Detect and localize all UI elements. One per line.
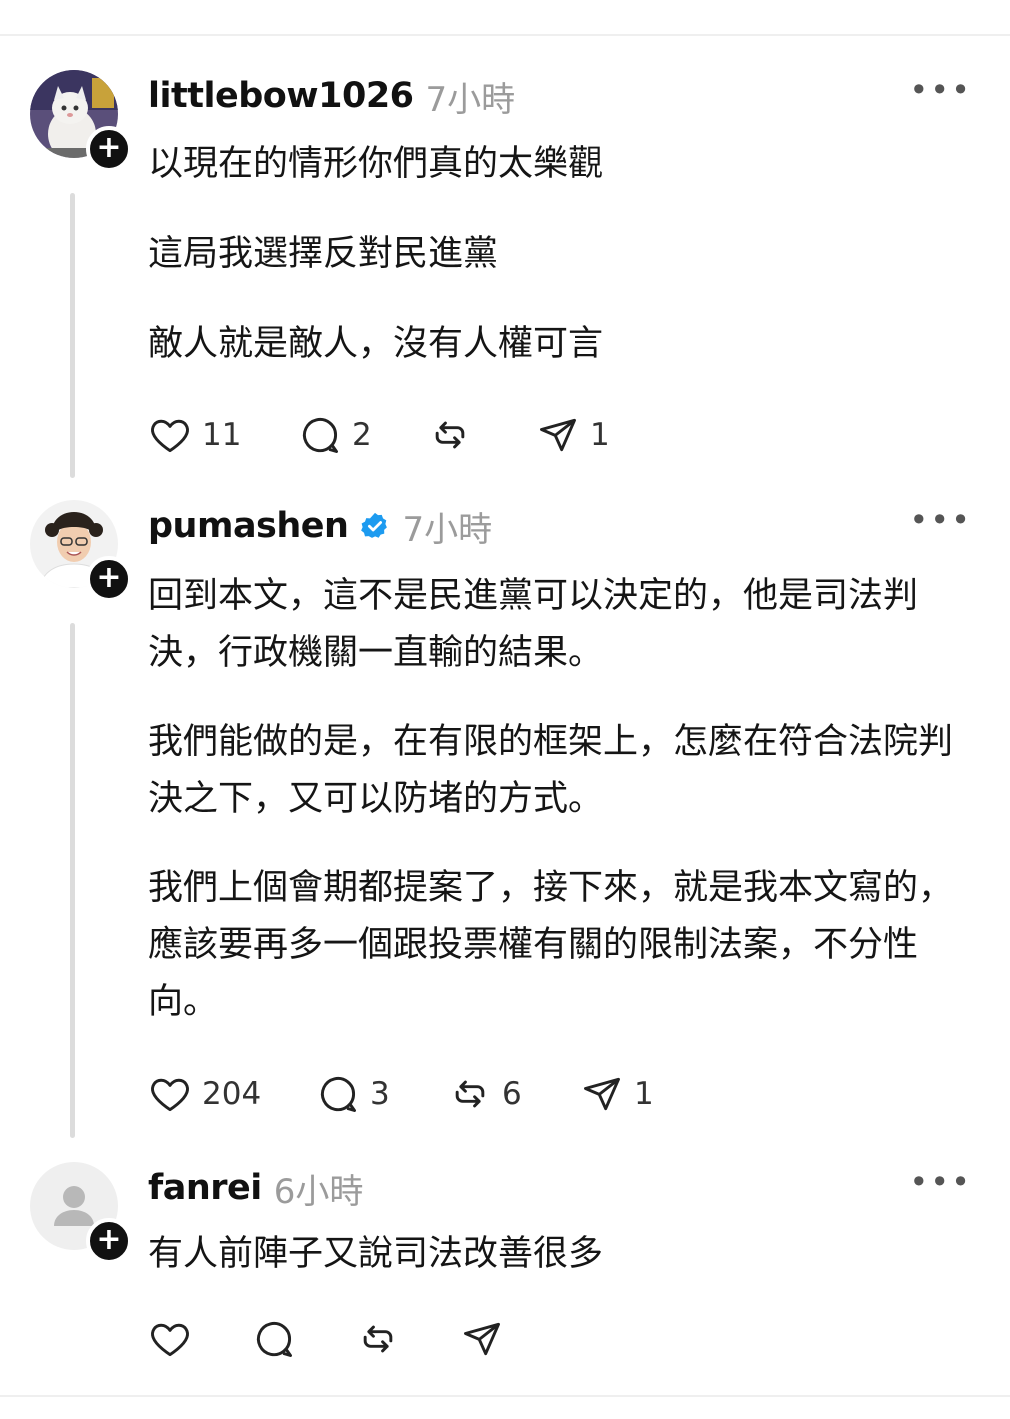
heart-icon [151,1323,189,1357]
avatar-wrapper[interactable]: + [30,1162,132,1264]
post-text-line: 以現在的情形你們真的太樂觀 [148,144,604,184]
post-header: pumashen 7小時 [148,504,493,550]
share-count: 1 [634,1076,654,1112]
send-icon [584,1077,620,1111]
follow-plus-icon[interactable]: + [86,126,132,172]
comment-icon [256,1322,292,1357]
like-button[interactable]: 11 [148,413,298,457]
timestamp: 6小時 [273,1171,364,1212]
post-text-paragraph: 我們能做的是，在有限的框架上，怎麼在符合法院判決之下，又可以防堵的方式。 [148,722,954,819]
reply-count: 3 [370,1076,390,1112]
post-text-paragraph: 我們上個會期都提案了，接下來，就是我本文寫的，應該要再多一個跟投票權有關的限制法… [148,868,954,1022]
reply-button[interactable]: 3 [316,1072,448,1116]
post-actions: 11 2 1 [148,410,610,460]
like-count: 204 [202,1076,262,1112]
post-header: littlebow1026 7小時 [148,74,516,120]
repost-icon [435,421,465,449]
reply-count: 2 [352,417,372,453]
heart-icon [151,1078,189,1112]
username[interactable]: littlebow1026 [148,76,414,116]
timestamp: 7小時 [402,509,493,550]
follow-plus-icon[interactable]: + [86,556,132,602]
username[interactable]: fanrei [148,1168,262,1208]
repost-button[interactable] [428,413,536,457]
send-icon [540,418,576,452]
share-button[interactable]: 1 [580,1072,654,1116]
heart-icon [151,419,189,453]
share-count: 1 [590,417,610,453]
share-button[interactable] [460,1317,504,1361]
thread-line [70,193,75,478]
post-actions: 204 3 6 1 [148,1069,654,1119]
repost-icon [363,1325,393,1353]
post-header: fanrei 6小時 [148,1166,364,1212]
reply-button[interactable] [252,1317,356,1361]
send-icon [464,1322,500,1356]
like-count: 11 [202,417,242,453]
bottom-divider [0,1395,1010,1397]
top-divider [0,34,1010,36]
more-options-icon[interactable]: ••• [909,1166,972,1198]
post-text-line: 敵人就是敵人，沒有人權可言 [148,324,604,364]
verified-badge-icon [361,512,388,538]
post-text-line: 這局我選擇反對民進黨 [148,234,499,274]
repost-count: 6 [502,1076,522,1112]
comment-icon [320,1077,356,1112]
post-text-line: 有人前陣子又說司法改善很多 [148,1234,604,1274]
post-text-paragraph: 回到本文，這不是民進黨可以決定的，他是司法判決，行政機關一直輸的結果。 [148,576,919,673]
thread-line [70,623,75,1138]
timestamp: 7小時 [425,79,516,120]
more-options-icon[interactable]: ••• [909,74,972,106]
like-button[interactable]: 204 [148,1072,316,1116]
follow-plus-icon[interactable]: + [86,1218,132,1264]
repost-button[interactable]: 6 [448,1072,580,1116]
reply-button[interactable]: 2 [298,413,428,457]
username[interactable]: pumashen [148,506,349,546]
share-button[interactable]: 1 [536,413,610,457]
repost-icon [455,1080,485,1108]
repost-button[interactable] [356,1317,460,1361]
avatar-wrapper[interactable]: + [30,500,132,602]
avatar-wrapper[interactable]: + [30,70,132,172]
comment-icon [302,418,338,453]
like-button[interactable] [148,1317,252,1361]
post-actions [148,1314,504,1364]
more-options-icon[interactable]: ••• [909,504,972,536]
